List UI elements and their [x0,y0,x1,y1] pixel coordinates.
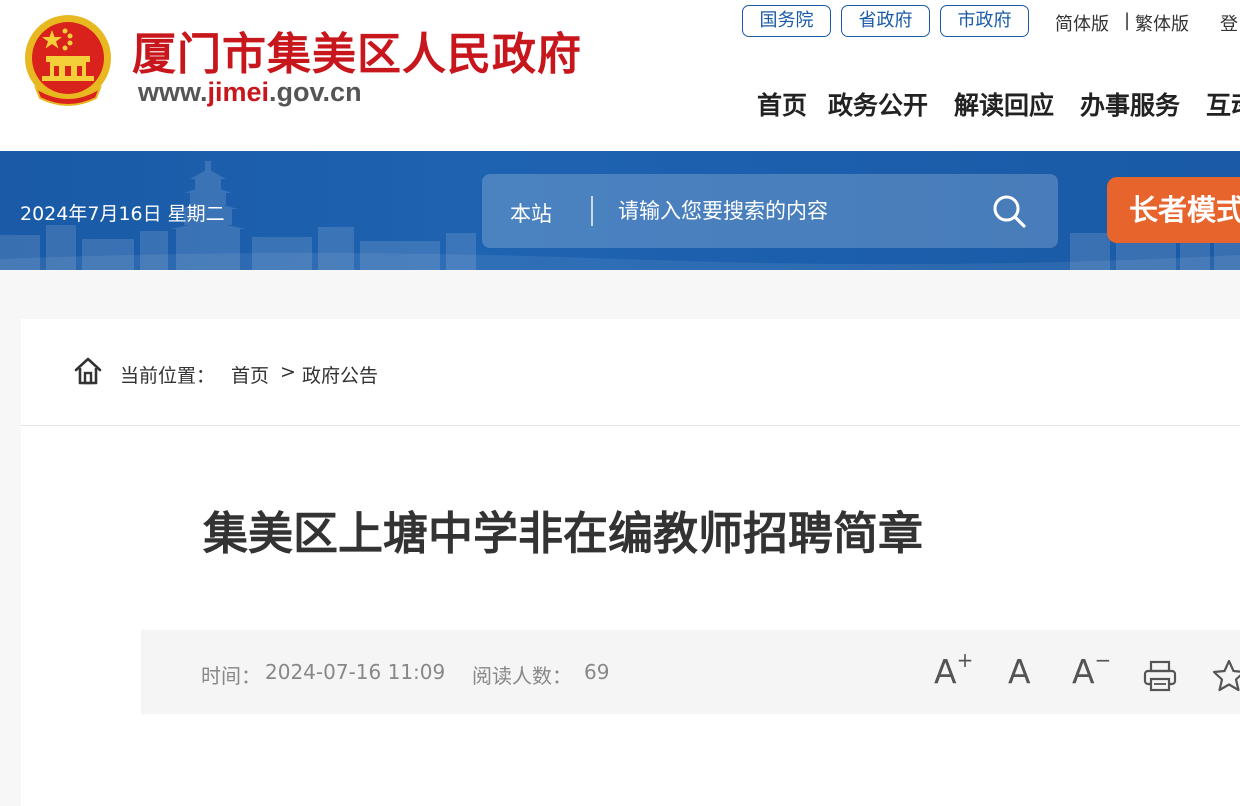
publish-time-label: 时间： [201,664,261,688]
nav-interpretation[interactable]: 解读回应 [954,86,1054,122]
home-icon[interactable] [73,356,103,386]
content-card: 当前位置： 首页 > 政府公告 集美区上塘中学非在编教师招聘简章 时间： 202… [21,319,1240,806]
traditional-chinese-link[interactable]: 繁体版 [1135,10,1189,36]
font-decrease-button[interactable]: A− [1072,648,1112,694]
site-url-highlight: jimei [207,77,270,107]
article-title: 集美区上塘中学非在编教师招聘简章 [202,507,923,560]
search-box: 本站 [482,174,1058,248]
nav-gov-affairs[interactable]: 政务公开 [828,86,928,122]
search-scope-selector[interactable]: 本站 [510,198,552,228]
breadcrumb-item-home[interactable]: 首页 [231,361,269,388]
font-decrease-label: A [1072,652,1095,691]
elder-mode-button[interactable]: 长者模式 [1107,177,1240,243]
search-divider [591,196,593,226]
font-normal-label: A [1008,652,1031,691]
search-icon[interactable] [991,193,1027,229]
link-state-council[interactable]: 国务院 [742,5,831,37]
site-url[interactable]: www.jimei.gov.cn [138,77,362,108]
site-header: 厦门市集美区人民政府 www.jimei.gov.cn 国务院 省政府 市政府 … [0,0,1240,151]
breadcrumb-item-announcements[interactable]: 政府公告 [302,361,378,388]
breadcrumb-separator: > [280,361,296,383]
banner: 2024年7月16日 星期二 本站 长者模式 [0,151,1240,270]
search-input[interactable] [618,194,968,228]
minus-icon: − [1094,648,1112,672]
read-count: 69 [584,660,610,684]
breadcrumb-label: 当前位置： [120,365,216,387]
font-increase-label: A [934,652,957,691]
lang-separator: | [1124,10,1131,31]
nav-services[interactable]: 办事服务 [1080,86,1180,122]
login-link[interactable]: 登 [1220,10,1238,36]
breadcrumb: 当前位置： 首页 > 政府公告 [21,319,1240,426]
print-icon[interactable] [1142,654,1178,698]
plus-icon: + [956,648,974,672]
font-normal-button[interactable]: A [1008,650,1031,694]
read-count-label: 阅读人数： [472,664,572,688]
national-emblem-icon [25,15,111,106]
simplified-chinese-link[interactable]: 简体版 [1055,10,1109,36]
site-url-suffix: .gov.cn [269,77,362,107]
link-city-gov[interactable]: 市政府 [940,5,1029,37]
link-provincial-gov[interactable]: 省政府 [841,5,930,37]
article-meta-bar: 时间： 2024-07-16 11:09 阅读人数： 69 A+ A A− [141,630,1240,714]
font-increase-button[interactable]: A+ [934,648,974,694]
nav-home[interactable]: 首页 [757,86,807,122]
favorite-star-icon[interactable] [1211,654,1240,698]
current-date: 2024年7月16日 星期二 [20,203,225,225]
nav-interaction[interactable]: 互动 [1206,86,1240,122]
publish-time: 2024-07-16 11:09 [265,660,446,684]
site-url-prefix: www. [138,77,208,107]
site-name[interactable]: 厦门市集美区人民政府 [132,18,582,82]
